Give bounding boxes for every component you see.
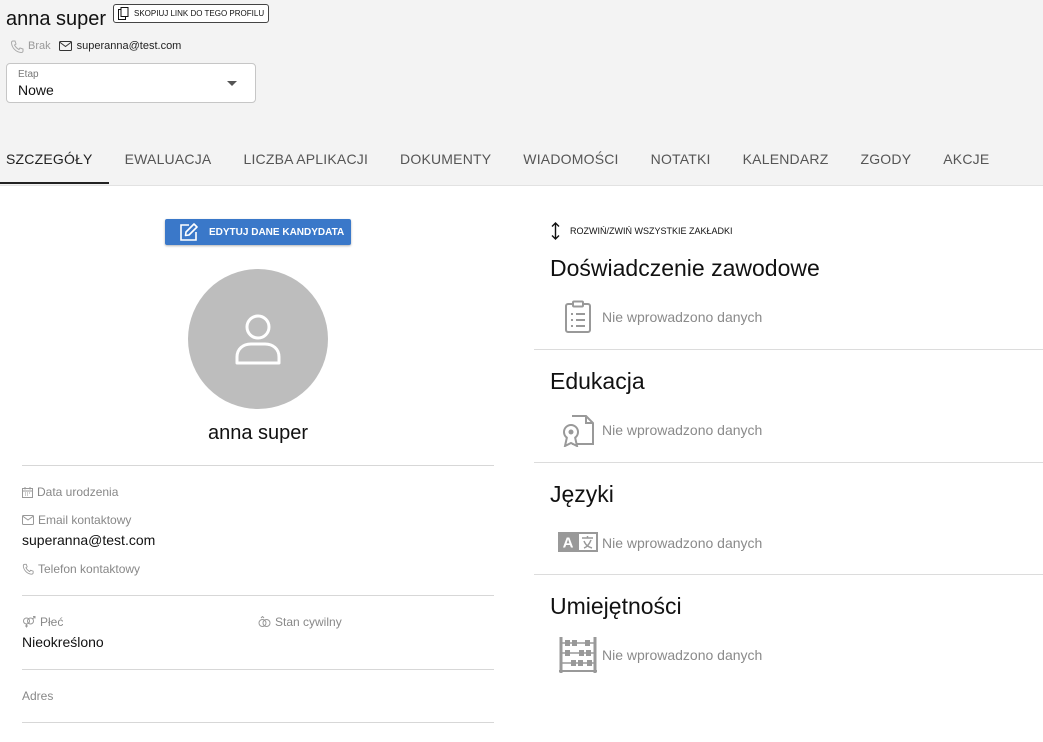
tab-consents[interactable]: ZGODY xyxy=(844,138,927,184)
expand-vertical-icon xyxy=(551,222,560,240)
mail-icon xyxy=(58,41,72,51)
divider xyxy=(534,574,1043,575)
marital-status-label: Stan cywilny xyxy=(275,615,342,629)
phone-value: Brak xyxy=(28,40,51,52)
copy-profile-link-label: SKOPIUJ LINK DO TEGO PROFILU xyxy=(134,9,265,18)
phone-info: Brak xyxy=(10,40,51,53)
avatar xyxy=(188,269,328,409)
address-field-label: Adres xyxy=(22,689,53,703)
edit-icon xyxy=(180,223,198,241)
divider xyxy=(22,669,494,670)
svg-text:A: A xyxy=(563,535,574,552)
education-empty-text: Nie wprowadzono danych xyxy=(602,422,763,438)
languages-section: Języki A Nie wprowadzono danych xyxy=(534,481,1043,576)
gender-label: Płeć xyxy=(40,615,64,629)
stage-select-label: Etap xyxy=(18,69,39,80)
divider xyxy=(534,462,1043,463)
gender-value: Nieokreślono xyxy=(22,634,104,650)
contact-email-label: Email kontaktowy xyxy=(38,513,132,527)
edit-candidate-label: EDYTUJ DANE KANDYDATA xyxy=(209,226,345,238)
candidate-name-title: anna super xyxy=(6,8,107,30)
copy-profile-link-button[interactable]: SKOPIUJ LINK DO TEGO PROFILU xyxy=(113,4,270,23)
copy-icon xyxy=(118,7,129,20)
expand-collapse-all-label: ROZWIŃ/ZWIŃ WSZYSTKIE ZAKŁADKI xyxy=(570,226,733,236)
languages-title[interactable]: Języki xyxy=(550,481,614,508)
birth-date-label: Data urodzenia xyxy=(37,485,119,499)
tab-documents[interactable]: DOKUMENTY xyxy=(384,138,507,184)
tab-messages[interactable]: WIADOMOŚCI xyxy=(507,138,634,184)
divider xyxy=(534,349,1043,350)
tab-details[interactable]: SZCZEGÓŁY xyxy=(0,138,109,184)
tab-applications[interactable]: LICZBA APLIKACJI xyxy=(227,138,384,184)
gender-field-label: Płeć xyxy=(22,615,63,629)
contact-phone-field-label: Telefon kontaktowy xyxy=(22,562,140,576)
phone-icon xyxy=(10,40,24,53)
education-title[interactable]: Edukacja xyxy=(550,368,645,395)
experience-empty-text: Nie wprowadzono danych xyxy=(602,309,763,325)
abacus-icon xyxy=(559,637,597,673)
profile-header: anna super SKOPIUJ LINK DO TEGO PROFILU … xyxy=(0,0,1043,186)
language-icon: A xyxy=(558,532,598,552)
tab-calendar[interactable]: KALENDARZ xyxy=(727,138,845,184)
rings-icon xyxy=(258,616,271,627)
tab-actions[interactable]: AKCJE xyxy=(927,138,1005,184)
email-info[interactable]: superanna@test.com xyxy=(58,40,182,52)
edit-candidate-button[interactable]: EDYTUJ DANE KANDYDATA xyxy=(165,219,351,245)
skills-title[interactable]: Umiejętności xyxy=(550,593,682,620)
skills-section: Umiejętności Nie wprowadzono danych xyxy=(534,593,1043,683)
contact-phone-label: Telefon kontaktowy xyxy=(38,562,141,576)
contact-email-field-label: Email kontaktowy xyxy=(22,513,131,527)
divider xyxy=(22,595,494,596)
email-value: superanna@test.com xyxy=(76,40,182,52)
education-section: Edukacja Nie wprowadzono danych xyxy=(534,368,1043,463)
chevron-down-icon xyxy=(227,81,237,86)
certificate-icon xyxy=(563,415,594,447)
contact-email-value: superanna@test.com xyxy=(22,532,156,548)
profile-tabs: SZCZEGÓŁY EWALUACJA LICZBA APLIKACJI DOK… xyxy=(0,138,1005,186)
experience-title[interactable]: Doświadczenie zawodowe xyxy=(550,255,820,282)
candidate-name: anna super xyxy=(207,422,309,444)
expand-collapse-all-button[interactable]: ROZWIŃ/ZWIŃ WSZYSTKIE ZAKŁADKI xyxy=(551,222,733,240)
contact-row: Brak superanna@test.com xyxy=(10,39,181,53)
gender-icon xyxy=(23,616,36,628)
divider xyxy=(22,722,494,723)
marital-status-field-label: Stan cywilny xyxy=(258,615,342,629)
calendar-icon xyxy=(22,486,33,498)
mail-icon xyxy=(22,515,34,525)
address-label: Adres xyxy=(22,689,54,703)
experience-section: Doświadczenie zawodowe Nie wprowadzono d… xyxy=(534,255,1043,350)
tab-notes[interactable]: NOTATKI xyxy=(635,138,727,184)
clipboard-list-icon xyxy=(565,300,591,333)
languages-empty-text: Nie wprowadzono danych xyxy=(602,535,763,551)
user-icon xyxy=(235,314,281,365)
divider xyxy=(22,465,494,466)
tab-evaluation[interactable]: EWALUACJA xyxy=(109,138,228,184)
stage-select-value: Nowe xyxy=(18,82,54,98)
skills-empty-text: Nie wprowadzono danych xyxy=(602,647,763,663)
stage-select[interactable]: Etap Nowe xyxy=(6,63,256,103)
phone-icon xyxy=(22,563,34,575)
birth-date-field-label: Data urodzenia xyxy=(22,485,118,499)
